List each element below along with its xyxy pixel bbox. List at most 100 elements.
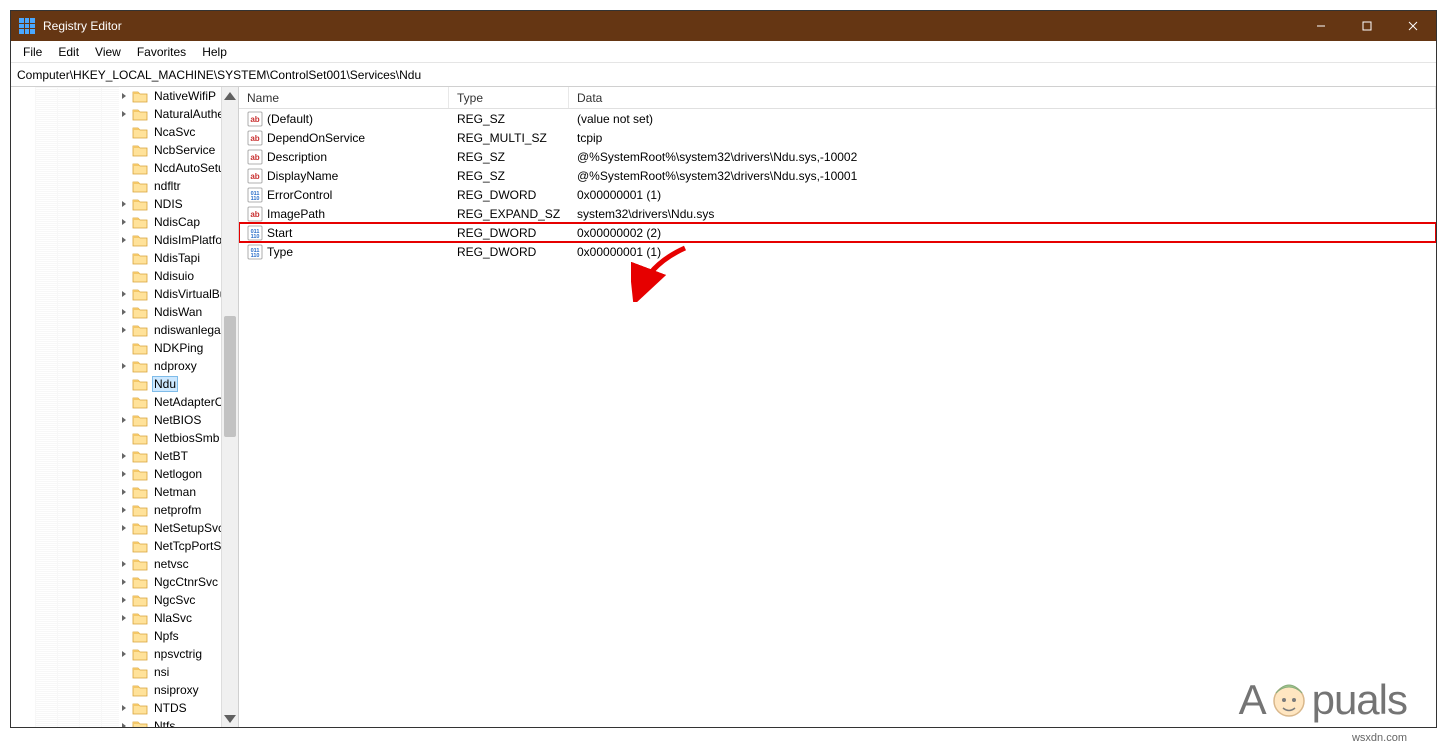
table-row[interactable]: (Default)REG_SZ(value not set)	[239, 109, 1436, 128]
folder-icon	[132, 683, 148, 697]
tree-item-label: NetSetupSvc	[152, 521, 221, 535]
table-row[interactable]: ImagePathREG_EXPAND_SZsystem32\drivers\N…	[239, 204, 1436, 223]
tree-item[interactable]: nsi	[11, 663, 221, 681]
value-name: DependOnService	[267, 131, 365, 145]
tree-scrollbar[interactable]	[221, 87, 238, 727]
expand-twisty-icon[interactable]	[119, 577, 129, 587]
menu-view[interactable]: View	[87, 43, 129, 61]
address-bar[interactable]: Computer\HKEY_LOCAL_MACHINE\SYSTEM\Contr…	[11, 63, 1436, 87]
table-row[interactable]: ErrorControlREG_DWORD0x00000001 (1)	[239, 185, 1436, 204]
tree-item[interactable]: NetbiosSmb	[11, 429, 221, 447]
value-type: REG_DWORD	[449, 188, 569, 202]
tree-item-label: Ndisuio	[152, 269, 196, 283]
tree-item[interactable]: NgcCtnrSvc	[11, 573, 221, 591]
folder-icon	[132, 215, 148, 229]
tree-item[interactable]: NdisWan	[11, 303, 221, 321]
tree-item[interactable]: netvsc	[11, 555, 221, 573]
expand-twisty-icon[interactable]	[119, 325, 129, 335]
menu-help[interactable]: Help	[194, 43, 235, 61]
expand-twisty-icon[interactable]	[119, 217, 129, 227]
tree-item[interactable]: NetAdapterCx	[11, 393, 221, 411]
tree-item[interactable]: NetSetupSvc	[11, 519, 221, 537]
expand-twisty-icon[interactable]	[119, 613, 129, 623]
tree-item[interactable]: ndiswanlegacy	[11, 321, 221, 339]
column-header-type[interactable]: Type	[449, 87, 569, 108]
expand-twisty-icon[interactable]	[119, 703, 129, 713]
tree-item-label: ndproxy	[152, 359, 199, 373]
expand-twisty-icon[interactable]	[119, 199, 129, 209]
tree-item[interactable]: Ndisuio	[11, 267, 221, 285]
expand-twisty-icon[interactable]	[119, 721, 129, 727]
minimize-button[interactable]	[1298, 11, 1344, 41]
tree-item-label: NcbService	[152, 143, 217, 157]
tree-item[interactable]: NaturalAuthen	[11, 105, 221, 123]
expand-twisty-icon[interactable]	[119, 505, 129, 515]
expand-twisty-icon[interactable]	[119, 649, 129, 659]
tree-item[interactable]: Npfs	[11, 627, 221, 645]
tree-item[interactable]: NativeWifiP	[11, 87, 221, 105]
scroll-thumb[interactable]	[224, 316, 236, 437]
scroll-down-button[interactable]	[222, 710, 238, 727]
value-data: 0x00000001 (1)	[569, 188, 1436, 202]
value-name: (Default)	[267, 112, 313, 126]
tree-item[interactable]: NDIS	[11, 195, 221, 213]
maximize-button[interactable]	[1344, 11, 1390, 41]
tree-item[interactable]: NcbService	[11, 141, 221, 159]
menu-file[interactable]: File	[15, 43, 50, 61]
tree-item[interactable]: NTDS	[11, 699, 221, 717]
tree-item[interactable]: NDKPing	[11, 339, 221, 357]
expand-twisty-icon[interactable]	[119, 523, 129, 533]
expand-twisty-icon[interactable]	[119, 289, 129, 299]
tree-item[interactable]: NdisVirtualBus	[11, 285, 221, 303]
list-body[interactable]: (Default)REG_SZ(value not set)DependOnSe…	[239, 109, 1436, 727]
folder-icon	[132, 287, 148, 301]
tree-item[interactable]: NlaSvc	[11, 609, 221, 627]
expand-twisty-icon	[119, 541, 129, 551]
tree-item[interactable]: Netlogon	[11, 465, 221, 483]
expand-twisty-icon[interactable]	[119, 487, 129, 497]
tree-item[interactable]: NetTcpPortSha	[11, 537, 221, 555]
tree-item[interactable]: NdisCap	[11, 213, 221, 231]
expand-twisty-icon[interactable]	[119, 451, 129, 461]
tree-item[interactable]: nsiproxy	[11, 681, 221, 699]
tree-item[interactable]: ndfltr	[11, 177, 221, 195]
tree-item[interactable]: NdisTapi	[11, 249, 221, 267]
tree-item[interactable]: ndproxy	[11, 357, 221, 375]
tree-item[interactable]: NetBT	[11, 447, 221, 465]
column-header-name[interactable]: Name	[239, 87, 449, 108]
tree-item[interactable]: Netman	[11, 483, 221, 501]
value-name: DisplayName	[267, 169, 338, 183]
expand-twisty-icon[interactable]	[119, 415, 129, 425]
table-row[interactable]: DescriptionREG_SZ@%SystemRoot%\system32\…	[239, 147, 1436, 166]
tree-body[interactable]: NativeWifiPNaturalAuthenNcaSvc NcbService…	[11, 87, 221, 727]
expand-twisty-icon[interactable]	[119, 559, 129, 569]
table-row[interactable]: TypeREG_DWORD0x00000001 (1)	[239, 242, 1436, 261]
table-row[interactable]: DisplayNameREG_SZ@%SystemRoot%\system32\…	[239, 166, 1436, 185]
menu-edit[interactable]: Edit	[50, 43, 87, 61]
tree-item[interactable]: NgcSvc	[11, 591, 221, 609]
tree-item[interactable]: npsvctrig	[11, 645, 221, 663]
titlebar[interactable]: Registry Editor	[11, 11, 1436, 41]
tree-item[interactable]: NcdAutoSetup	[11, 159, 221, 177]
tree-item[interactable]: Ntfs	[11, 717, 221, 727]
scroll-up-button[interactable]	[222, 87, 238, 104]
expand-twisty-icon[interactable]	[119, 361, 129, 371]
tree-item[interactable]: NdisImPlatform	[11, 231, 221, 249]
tree-item[interactable]: NetBIOS	[11, 411, 221, 429]
expand-twisty-icon[interactable]	[119, 595, 129, 605]
tree-item[interactable]: NcaSvc	[11, 123, 221, 141]
expand-twisty-icon[interactable]	[119, 91, 129, 101]
menu-favorites[interactable]: Favorites	[129, 43, 194, 61]
column-header-data[interactable]: Data	[569, 87, 1436, 108]
expand-twisty-icon[interactable]	[119, 469, 129, 479]
table-row[interactable]: StartREG_DWORD0x00000002 (2)	[239, 223, 1436, 242]
table-row[interactable]: DependOnServiceREG_MULTI_SZtcpip	[239, 128, 1436, 147]
close-button[interactable]	[1390, 11, 1436, 41]
expand-twisty-icon[interactable]	[119, 307, 129, 317]
tree-item[interactable]: netprofm	[11, 501, 221, 519]
expand-twisty-icon[interactable]	[119, 109, 129, 119]
binary-value-icon	[247, 187, 263, 203]
expand-twisty-icon[interactable]	[119, 235, 129, 245]
tree-item[interactable]: Ndu	[11, 375, 221, 393]
scroll-track[interactable]	[222, 104, 238, 710]
